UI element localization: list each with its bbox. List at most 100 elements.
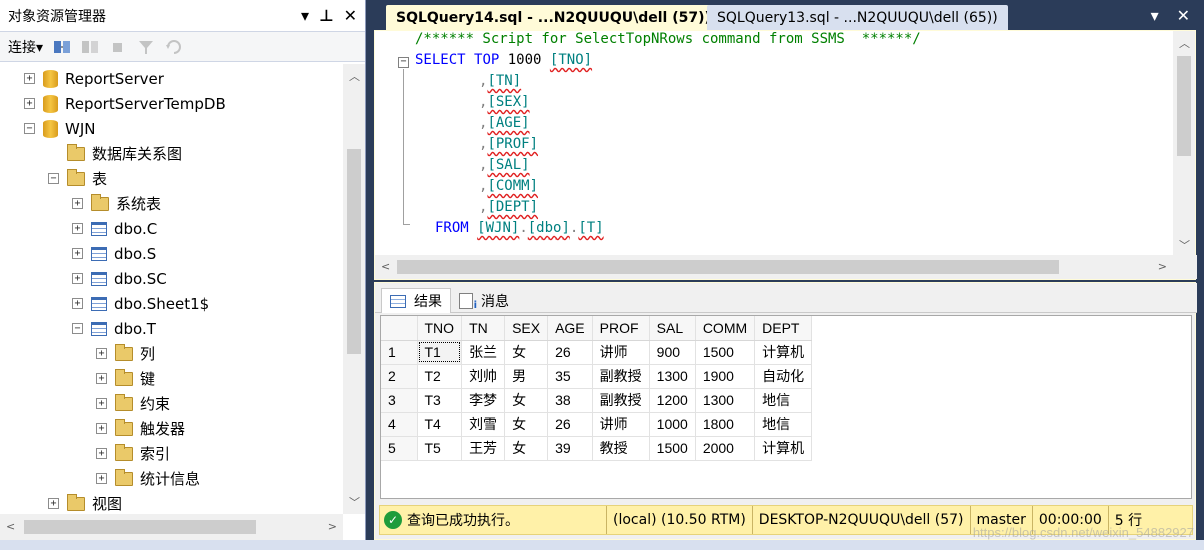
table-cell[interactable]: 男 <box>504 364 549 389</box>
column-header[interactable]: SEX <box>504 316 549 341</box>
row-number[interactable]: 5 <box>381 436 418 461</box>
editor-hscroll-thumb[interactable] <box>397 260 1059 274</box>
tab-messages[interactable]: 消息 <box>451 288 517 313</box>
tab-sqlquery14[interactable]: SQLQuery14.sql - ...N2QUUQU\dell (57)) <box>386 5 721 30</box>
expand-icon[interactable]: + <box>96 473 107 484</box>
connect-server-icon[interactable] <box>53 39 71 55</box>
table-cell[interactable]: 讲师 <box>592 412 650 437</box>
tree-item[interactable]: + ReportServerTempDB <box>24 91 226 116</box>
collapse-icon[interactable]: − <box>24 123 35 134</box>
expand-icon[interactable]: + <box>72 248 83 259</box>
table-cell[interactable]: T1 <box>417 340 463 365</box>
tree-item[interactable]: + 约束 <box>96 391 170 416</box>
table-cell[interactable]: 39 <box>547 436 593 461</box>
table-cell[interactable]: 2000 <box>695 436 756 461</box>
tree-item[interactable]: + dbo.Sheet1$ <box>72 291 209 316</box>
editor-vertical-scrollbar[interactable]: ︿ ﹀ <box>1173 31 1195 257</box>
tab-list-dropdown-icon[interactable]: ▾ <box>1151 6 1159 25</box>
table-row[interactable]: 2 T2 刘帅男 35 副教授 1300 1900 自动化 <box>381 364 813 389</box>
tree-item[interactable]: + 索引 <box>96 441 170 466</box>
expand-icon[interactable]: + <box>96 348 107 359</box>
row-number[interactable]: 3 <box>381 388 418 413</box>
row-number[interactable]: 4 <box>381 412 418 437</box>
table-cell[interactable]: 讲师 <box>592 340 650 365</box>
column-header[interactable]: TN <box>461 316 506 341</box>
row-header-corner[interactable] <box>381 316 418 341</box>
results-table[interactable]: TNO TN SEX AGE PROF SAL COMM DEPT 1 T1 张兰女 26 讲师 900… <box>381 316 813 461</box>
scroll-left-icon[interactable]: < <box>381 260 390 273</box>
table-cell[interactable]: 1500 <box>649 436 696 461</box>
tree-item[interactable]: + dbo.S <box>72 241 156 266</box>
query-editor[interactable]: /****** Script for SelectTopNRows comman… <box>374 30 1197 280</box>
tree-scroll-thumb[interactable] <box>347 149 361 354</box>
expand-icon[interactable]: + <box>96 373 107 384</box>
table-cell[interactable]: 35 <box>547 364 593 389</box>
tree-item[interactable]: + dbo.C <box>72 216 157 241</box>
expand-icon[interactable]: + <box>72 223 83 234</box>
expand-icon[interactable]: + <box>24 98 35 109</box>
column-header[interactable]: SAL <box>649 316 696 341</box>
pin-icon[interactable]: ⊥ <box>319 6 334 25</box>
tree-item[interactable]: + 系统表 <box>72 191 161 216</box>
table-cell[interactable]: 地信 <box>754 412 813 437</box>
scroll-up-icon[interactable]: ︿ <box>349 68 360 84</box>
scroll-down-icon[interactable]: ﹀ <box>1179 237 1190 253</box>
tree-item[interactable]: + ReportServer <box>24 66 164 91</box>
results-grid[interactable]: TNO TN SEX AGE PROF SAL COMM DEPT 1 T1 张兰女 26 讲师 900… <box>380 315 1192 499</box>
table-cell[interactable]: 副教授 <box>592 388 650 413</box>
table-cell[interactable]: 王芳 <box>461 436 506 461</box>
table-cell[interactable]: 1900 <box>695 364 756 389</box>
expand-icon[interactable]: + <box>48 498 59 509</box>
tree-item[interactable]: + 触发器 <box>96 416 185 441</box>
table-cell[interactable]: 计算机 <box>754 340 813 365</box>
table-cell[interactable]: 女 <box>504 412 549 437</box>
collapse-region-icon[interactable]: − <box>398 57 409 68</box>
expand-icon[interactable]: + <box>96 448 107 459</box>
column-header[interactable]: DEPT <box>754 316 813 341</box>
column-header[interactable]: AGE <box>547 316 593 341</box>
collapse-icon[interactable]: − <box>48 173 59 184</box>
tree-item[interactable]: 数据库关系图 <box>48 141 182 166</box>
tree-item[interactable]: + 列 <box>96 341 155 366</box>
editor-scroll-thumb[interactable] <box>1177 56 1191 156</box>
tree-item[interactable]: − WJN <box>24 116 95 141</box>
table-row[interactable]: 4 T4 刘雪女 26 讲师 1000 1800 地信 <box>381 412 813 437</box>
tree-item[interactable]: − dbo.T <box>72 316 156 341</box>
tab-sqlquery13[interactable]: SQLQuery13.sql - ...N2QUUQU\dell (65)) <box>707 5 1008 30</box>
table-cell[interactable]: 女 <box>504 436 549 461</box>
scroll-left-icon[interactable]: < <box>6 520 15 533</box>
tree-item[interactable]: + 键 <box>96 366 155 391</box>
table-cell[interactable]: 女 <box>504 340 549 365</box>
table-cell[interactable]: 教授 <box>592 436 650 461</box>
tab-results[interactable]: 结果 <box>381 288 451 313</box>
expand-icon[interactable]: + <box>24 73 35 84</box>
row-number[interactable]: 2 <box>381 364 418 389</box>
table-cell[interactable]: 38 <box>547 388 593 413</box>
table-cell[interactable]: 26 <box>547 412 593 437</box>
scroll-down-icon[interactable]: ﹀ <box>349 494 360 510</box>
expand-icon[interactable]: + <box>96 398 107 409</box>
row-number[interactable]: 1 <box>381 340 418 365</box>
table-cell[interactable]: 副教授 <box>592 364 650 389</box>
expand-icon[interactable]: + <box>72 273 83 284</box>
expand-icon[interactable]: + <box>72 198 83 209</box>
column-header[interactable]: PROF <box>592 316 650 341</box>
expand-icon[interactable]: + <box>72 298 83 309</box>
table-cell[interactable]: 刘雪 <box>461 412 506 437</box>
table-row[interactable]: 5 T5 王芳女 39 教授 1500 2000 计算机 <box>381 436 813 461</box>
table-cell[interactable]: 1500 <box>695 340 756 365</box>
table-cell[interactable]: 1000 <box>649 412 696 437</box>
tree-item[interactable]: + 统计信息 <box>96 466 200 491</box>
scroll-right-icon[interactable]: > <box>1158 260 1167 273</box>
connect-button[interactable]: 连接▾ <box>8 37 43 57</box>
editor-horizontal-scrollbar[interactable]: < > <box>375 255 1197 279</box>
collapse-icon[interactable]: − <box>72 323 83 334</box>
table-cell[interactable]: 26 <box>547 340 593 365</box>
tree-hscroll-thumb[interactable] <box>24 520 256 534</box>
table-cell[interactable]: 1300 <box>649 364 696 389</box>
scroll-up-icon[interactable]: ︿ <box>1179 35 1190 51</box>
close-tab-icon[interactable]: ✕ <box>1177 6 1190 25</box>
table-cell[interactable]: 李梦 <box>461 388 506 413</box>
table-cell[interactable]: T5 <box>417 436 463 461</box>
column-header[interactable]: TNO <box>417 316 463 341</box>
